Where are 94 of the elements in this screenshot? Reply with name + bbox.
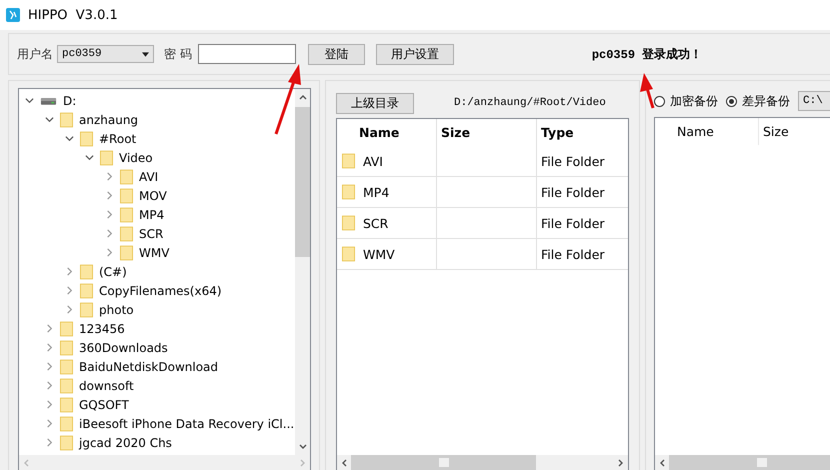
password-label: 密 码: [164, 46, 192, 62]
tree-item[interactable]: GQSOFT: [79, 398, 129, 412]
folder-icon: [120, 188, 133, 204]
folder-icon: [60, 378, 73, 394]
folder-icon: [80, 130, 93, 146]
chevron-right-icon[interactable]: [65, 286, 74, 295]
file-name[interactable]: WMV: [363, 246, 395, 262]
vertical-scrollbar[interactable]: [295, 89, 310, 455]
login-button[interactable]: 登陆: [308, 44, 365, 64]
folder-icon: [60, 112, 73, 128]
current-path: D:/anzhaung/#Root/Video: [454, 97, 606, 109]
chevron-right-icon[interactable]: [45, 419, 54, 428]
username-label: 用户名: [17, 46, 53, 62]
file-type: File Folder: [541, 154, 605, 168]
parent-folder-button[interactable]: 上级目录: [336, 92, 414, 114]
chevron-down-icon[interactable]: [65, 134, 74, 143]
chevron-right-icon[interactable]: [45, 362, 54, 371]
file-type: File Folder: [541, 246, 605, 262]
file-name[interactable]: SCR: [363, 216, 388, 230]
chevron-right-icon[interactable]: [45, 400, 54, 409]
chevron-down-icon[interactable]: [25, 96, 34, 105]
folder-icon: [60, 340, 73, 356]
chevron-right-icon[interactable]: [105, 248, 114, 257]
file-type: File Folder: [541, 216, 605, 230]
login-status: pc0359 登录成功！: [592, 46, 702, 62]
chevron-right-icon[interactable]: [105, 191, 114, 200]
annotation-arrow: [274, 64, 301, 134]
tree-item[interactable]: downsoft: [79, 378, 134, 392]
scroll-thumb[interactable]: [295, 107, 310, 257]
chevron-right-icon[interactable]: [45, 438, 54, 447]
app-icon: [6, 8, 20, 22]
tree-item[interactable]: 123456: [79, 322, 125, 336]
column-header[interactable]: Name: [337, 119, 437, 146]
folder-icon: [120, 244, 133, 260]
folder-icon: [60, 320, 73, 336]
tree-item[interactable]: MP4: [139, 208, 164, 222]
folder-icon: [60, 416, 73, 432]
tree-item[interactable]: anzhaung: [79, 112, 138, 126]
tree-item[interactable]: SCR: [139, 226, 164, 240]
chevron-right-icon[interactable]: [105, 172, 114, 181]
folder-icon: [342, 184, 355, 200]
chevron-right-icon[interactable]: [45, 343, 54, 352]
folder-icon: [342, 215, 355, 231]
tree-item[interactable]: WMV: [139, 246, 170, 260]
tree-item[interactable]: #Root: [99, 132, 136, 146]
tree-item[interactable]: D:: [63, 94, 76, 108]
username-dropdown[interactable]: pc0359: [57, 45, 154, 63]
folder-icon: [80, 302, 93, 318]
backup-mode-radio[interactable]: 差异备份: [726, 92, 790, 110]
file-name[interactable]: AVI: [363, 154, 383, 168]
folder-icon: [60, 358, 73, 374]
user-settings-button[interactable]: 用户设置: [376, 44, 454, 64]
caret-icon: [142, 52, 149, 56]
folder-icon: [342, 246, 355, 262]
scroll-thumb[interactable]: [351, 455, 536, 470]
tree-item[interactable]: photo: [99, 302, 134, 316]
chevron-right-icon[interactable]: [45, 381, 54, 390]
chevron-right-icon[interactable]: [105, 210, 114, 219]
tree-item[interactable]: CopyFilenames(x64): [99, 284, 222, 298]
chevron-right-icon[interactable]: [105, 229, 114, 238]
folder-icon: [100, 150, 113, 166]
tree-item[interactable]: iBeesoft iPhone Data Recovery iCl...: [79, 416, 294, 430]
column-header[interactable]: Size: [759, 118, 819, 145]
chevron-down-icon[interactable]: [85, 153, 94, 162]
tree-item[interactable]: (C#): [99, 264, 127, 278]
column-header[interactable]: Name: [655, 118, 759, 145]
folder-icon: [342, 153, 355, 169]
window-title: HIPPO V3.0.1: [28, 8, 118, 22]
file-type: File Folder: [541, 184, 605, 200]
folder-icon: [120, 226, 133, 242]
file-name[interactable]: MP4: [363, 184, 390, 200]
tree-item[interactable]: MOV: [139, 188, 167, 202]
tree-item[interactable]: BaiduNetdiskDownload: [79, 360, 218, 374]
backup-path-field[interactable]: C:\: [798, 91, 830, 111]
tree-item[interactable]: Video: [119, 150, 153, 164]
password-field[interactable]: [198, 44, 296, 64]
folder-icon: [120, 168, 133, 184]
chevron-right-icon[interactable]: [65, 267, 74, 276]
chevron-right-icon[interactable]: [45, 324, 54, 333]
folder-icon: [60, 434, 73, 450]
chevron-down-icon[interactable]: [45, 115, 54, 124]
column-header[interactable]: Type: [537, 119, 628, 146]
tree-item[interactable]: 360Downloads: [79, 340, 168, 354]
folder-icon: [60, 396, 73, 412]
annotation-arrow: [640, 73, 654, 108]
horizontal-scrollbar[interactable]: [337, 455, 628, 470]
chevron-right-icon[interactable]: [65, 305, 74, 314]
folder-icon: [80, 282, 93, 298]
folder-icon: [120, 206, 133, 222]
tree-item[interactable]: jgcad 2020 Chs: [79, 436, 172, 450]
tree-item[interactable]: AVI: [139, 170, 158, 184]
column-header[interactable]: Size: [437, 119, 537, 146]
folder-icon: [80, 264, 93, 280]
backup-mode-radio[interactable]: 加密备份: [654, 92, 718, 110]
